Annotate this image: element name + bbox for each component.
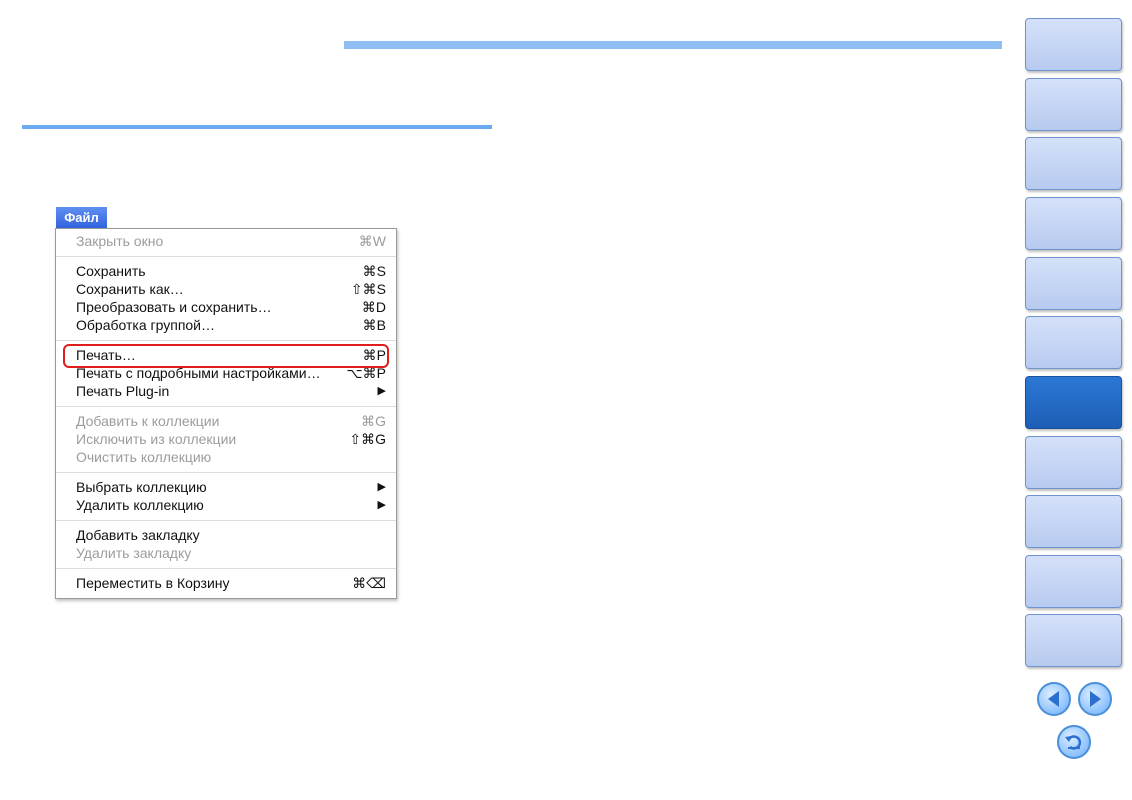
side-tab-11[interactable] bbox=[1025, 614, 1122, 667]
menu-item-label: Добавить к коллекции bbox=[76, 413, 220, 429]
prev-page-button[interactable] bbox=[1037, 682, 1071, 716]
menu-item-remove-bookmark: Удалить закладку bbox=[76, 544, 386, 562]
menu-item-label: Добавить закладку bbox=[76, 527, 200, 543]
menu-item-shortcut: ⌘G bbox=[361, 413, 386, 429]
menu-item-shortcut: ⌘⌫ bbox=[352, 575, 386, 591]
menu-item-shortcut: ⌘S bbox=[362, 263, 386, 279]
submenu-arrow-icon: ▶ bbox=[377, 481, 386, 493]
menu-item-label: Сохранить как… bbox=[76, 281, 184, 297]
side-tab-4[interactable] bbox=[1025, 197, 1122, 250]
menu-item-label: Преобразовать и сохранить… bbox=[76, 299, 272, 315]
menu-item-label: Очистить коллекцию bbox=[76, 449, 212, 465]
return-icon bbox=[1065, 735, 1082, 750]
menu-item-label: Печать Plug-in bbox=[76, 383, 170, 399]
menu-separator bbox=[56, 340, 396, 341]
file-menu-dropdown: Закрыть окно ⌘W Сохранить ⌘S Сохранить к… bbox=[55, 228, 397, 599]
menu-item-close-window: Закрыть окно ⌘W bbox=[76, 232, 386, 250]
menu-item-print-plugin[interactable]: Печать Plug-in ▶ bbox=[76, 382, 386, 400]
menu-item-delete-collection[interactable]: Удалить коллекцию ▶ bbox=[76, 496, 386, 514]
menu-item-label: Исключить из коллекции bbox=[76, 431, 237, 447]
next-page-button[interactable] bbox=[1078, 682, 1112, 716]
menu-item-label: Сохранить bbox=[76, 263, 146, 279]
menu-item-label: Выбрать коллекцию bbox=[76, 479, 207, 495]
side-tab-8[interactable] bbox=[1025, 436, 1122, 489]
menu-item-convert-and-save[interactable]: Преобразовать и сохранить… ⌘D bbox=[76, 298, 386, 316]
side-tab-6[interactable] bbox=[1025, 316, 1122, 369]
menu-item-move-to-trash[interactable]: Переместить в Корзину ⌘⌫ bbox=[76, 574, 386, 592]
menu-item-clear-collection: Очистить коллекцию bbox=[76, 448, 386, 466]
menu-item-label: Удалить коллекцию bbox=[76, 497, 204, 513]
side-tab-1[interactable] bbox=[1025, 18, 1122, 71]
menu-item-label: Закрыть окно bbox=[76, 233, 164, 249]
menu-item-shortcut: ⌘W bbox=[358, 233, 386, 249]
side-tab-7-active[interactable] bbox=[1025, 376, 1122, 429]
side-tab-5[interactable] bbox=[1025, 257, 1122, 310]
menu-item-shortcut: ⌘B bbox=[362, 317, 386, 333]
menu-separator bbox=[56, 472, 396, 473]
menu-item-remove-from-collection: Исключить из коллекции ⇧⌘G bbox=[76, 430, 386, 448]
menu-item-add-to-collection: Добавить к коллекции ⌘G bbox=[76, 412, 386, 430]
menu-item-label: Переместить в Корзину bbox=[76, 575, 230, 591]
side-tab-3[interactable] bbox=[1025, 137, 1122, 190]
submenu-arrow-icon: ▶ bbox=[377, 499, 386, 511]
prev-arrow-icon bbox=[1048, 691, 1059, 707]
next-arrow-icon bbox=[1090, 691, 1101, 707]
menu-item-label: Обработка группой… bbox=[76, 317, 216, 333]
side-tab-9[interactable] bbox=[1025, 495, 1122, 548]
menu-item-save-as[interactable]: Сохранить как… ⇧⌘S bbox=[76, 280, 386, 298]
side-tab-10[interactable] bbox=[1025, 555, 1122, 608]
menu-item-shortcut: ⇧⌘G bbox=[349, 431, 386, 447]
menu-separator bbox=[56, 520, 396, 521]
return-button[interactable] bbox=[1057, 725, 1091, 759]
menu-separator bbox=[56, 406, 396, 407]
menu-item-add-bookmark[interactable]: Добавить закладку bbox=[76, 526, 386, 544]
submenu-arrow-icon: ▶ bbox=[377, 385, 386, 397]
menu-item-shortcut: ⇧⌘S bbox=[350, 281, 386, 297]
menu-item-label: Удалить закладку bbox=[76, 545, 192, 561]
menu-item-save[interactable]: Сохранить ⌘S bbox=[76, 262, 386, 280]
menu-item-shortcut: ⌘D bbox=[361, 299, 386, 315]
section-divider bbox=[22, 125, 492, 129]
menu-item-batch-process[interactable]: Обработка группой… ⌘B bbox=[76, 316, 386, 334]
side-tab-2[interactable] bbox=[1025, 78, 1122, 131]
menu-item-select-collection[interactable]: Выбрать коллекцию ▶ bbox=[76, 478, 386, 496]
menu-separator bbox=[56, 568, 396, 569]
print-highlight-box bbox=[63, 344, 389, 368]
file-menu-title[interactable]: Файл bbox=[56, 207, 107, 229]
header-accent-bar bbox=[344, 41, 1002, 49]
menu-separator bbox=[56, 256, 396, 257]
